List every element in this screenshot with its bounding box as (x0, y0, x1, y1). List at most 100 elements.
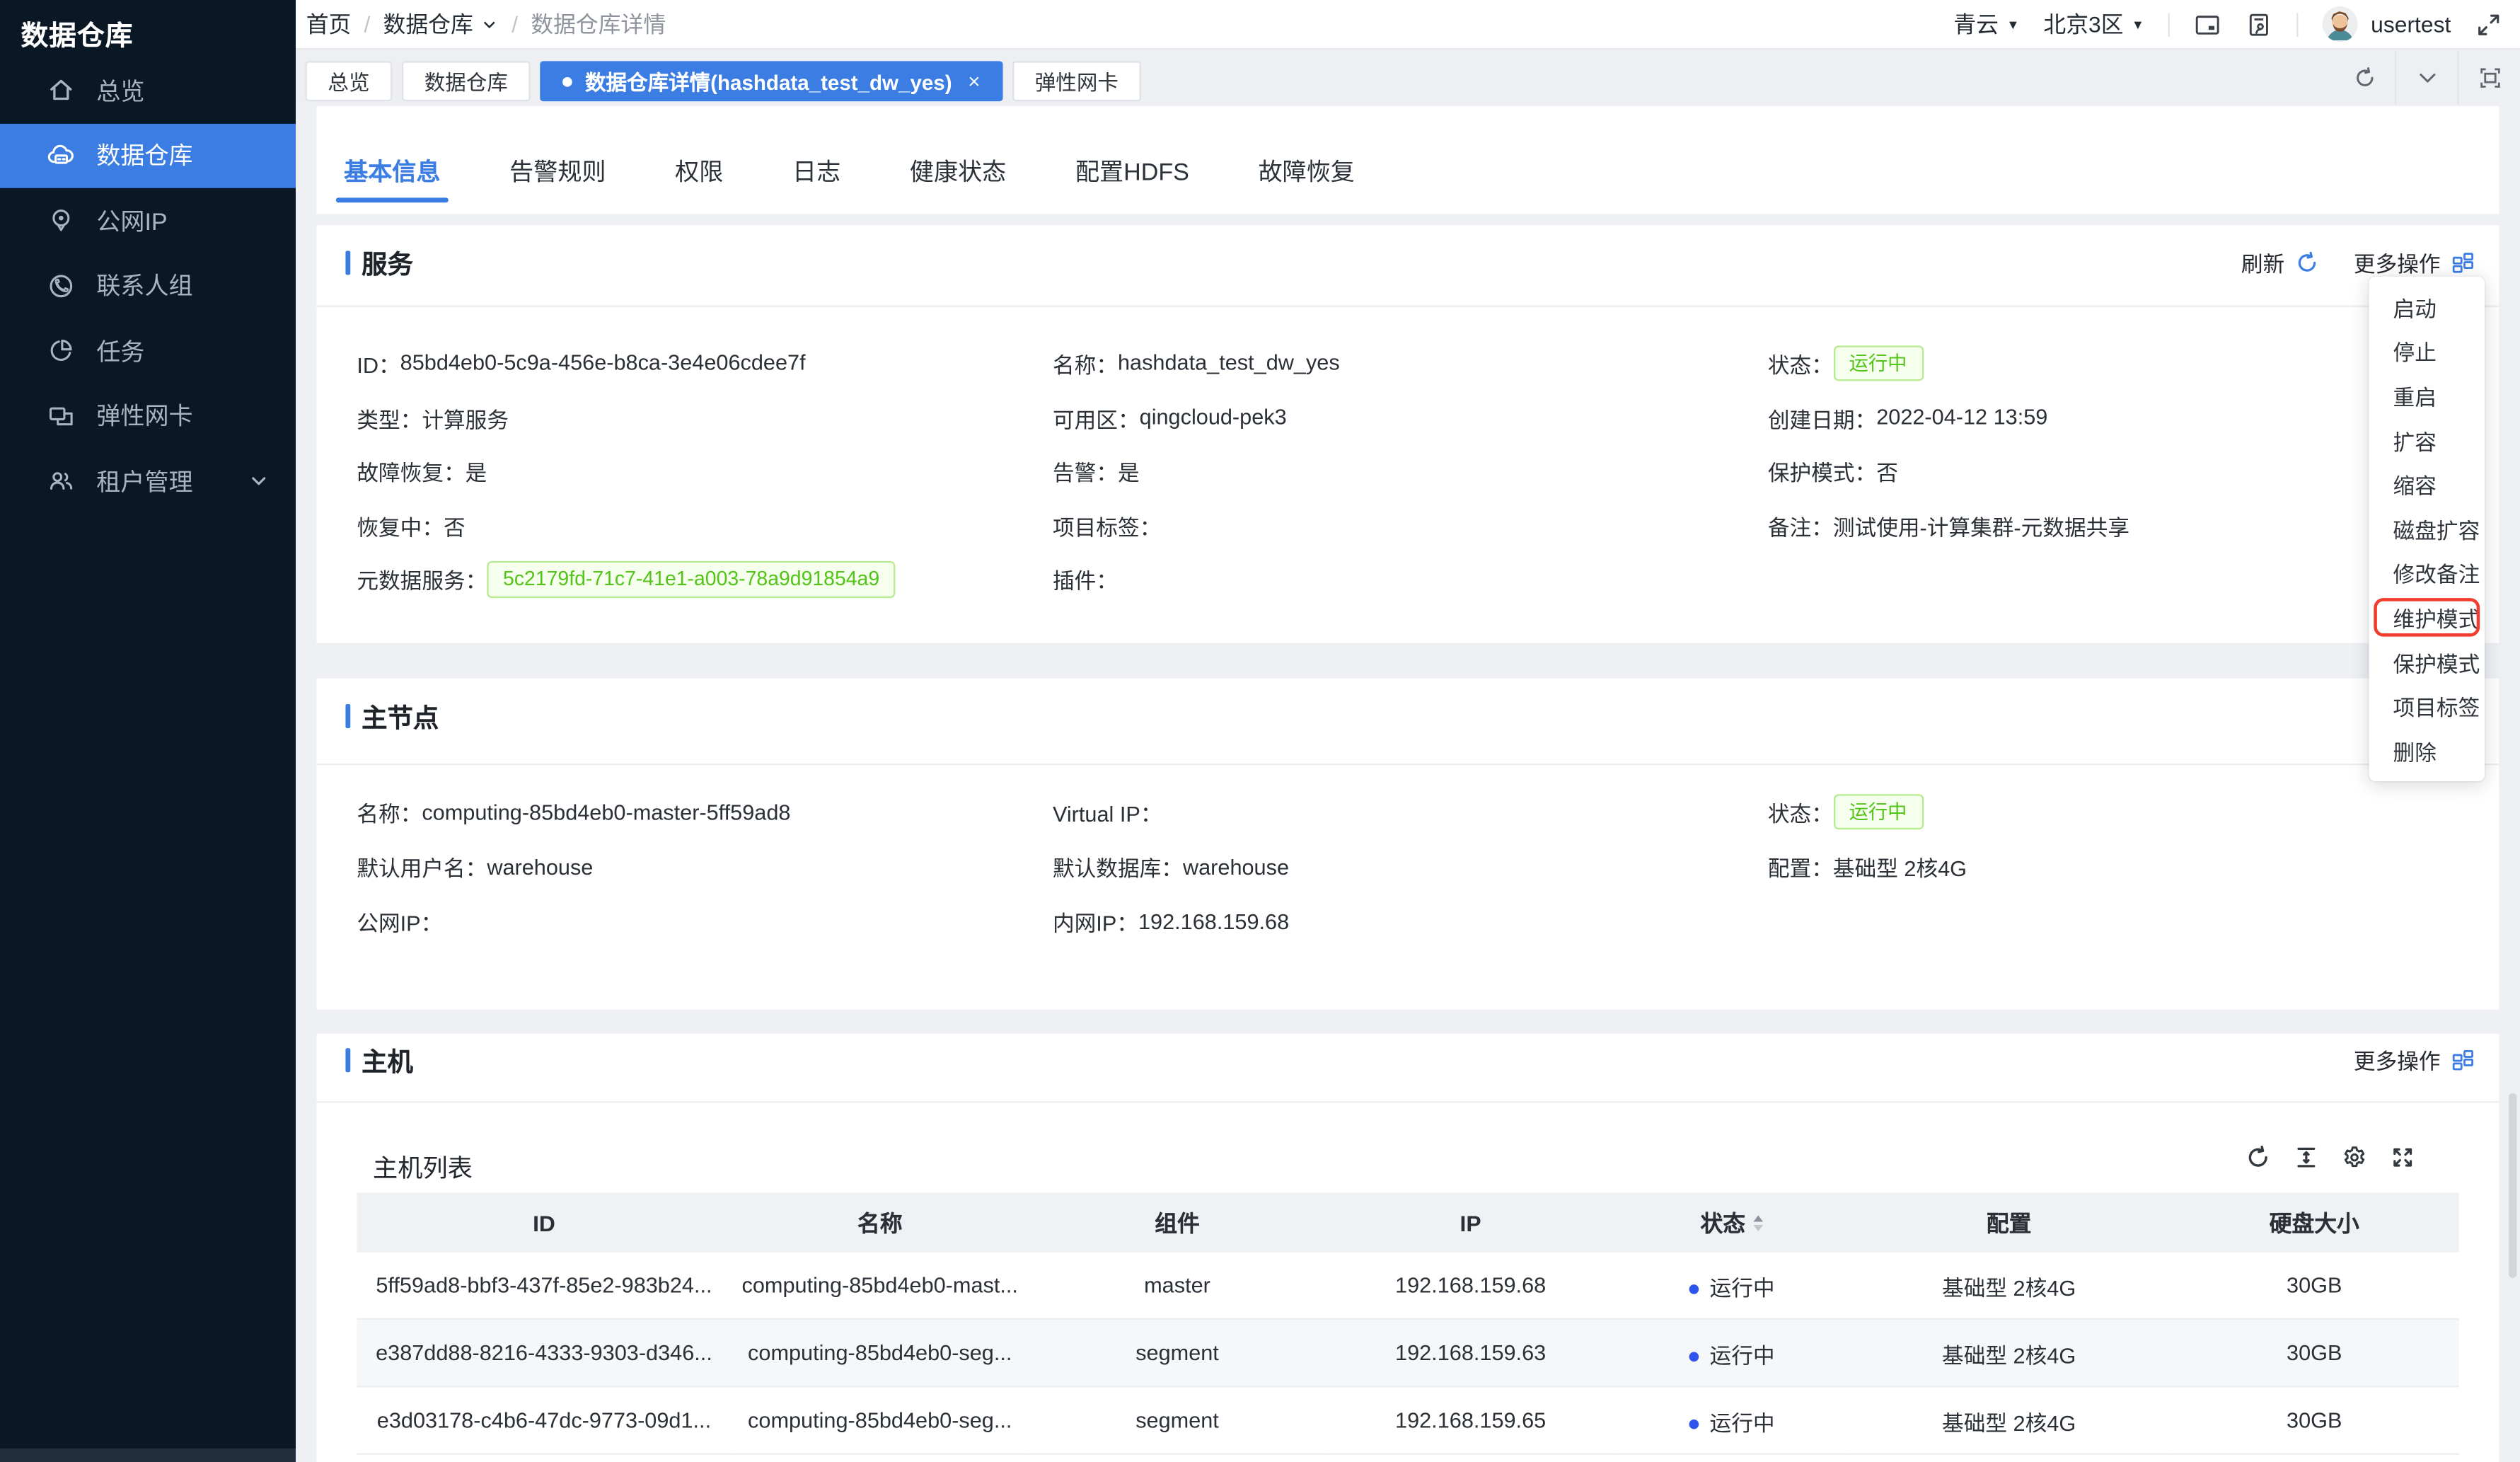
hosts-actions: 更多操作 (2354, 1043, 2498, 1075)
field-value: warehouse (1183, 854, 1289, 878)
sidebar-item-public-ip[interactable]: 公网IP (0, 188, 295, 253)
host-row[interactable]: 5ff59ad8-bbf3-437f-85e2-983b24... comput… (357, 1253, 2458, 1319)
sort-asc-icon (1753, 1214, 1763, 1221)
expand-arrows-icon[interactable] (2389, 1144, 2415, 1170)
tab-basic-info[interactable]: 基本信息 (344, 154, 440, 212)
close-icon[interactable]: × (968, 69, 980, 93)
tab-hdfs-config[interactable]: 配置HDFS (1075, 154, 1189, 212)
field-row: Virtual IP： (1053, 785, 1289, 839)
billing-icon[interactable] (2194, 11, 2221, 38)
field-label: ID： (357, 347, 400, 379)
menu-item-delete[interactable]: 删除 (2369, 728, 2485, 773)
sidebar-title: 数据仓库 (0, 0, 295, 53)
divider (2297, 12, 2299, 36)
sidebar-item-nic[interactable]: 弹性网卡 (0, 384, 295, 449)
sidebar-item-label: 公网IP (96, 204, 167, 238)
gear-icon[interactable] (2341, 1144, 2366, 1170)
field-row: 类型：计算服务 (357, 391, 896, 444)
col-header-disk: 硬盘大小 (2170, 1193, 2459, 1253)
col-header-status[interactable]: 状态 (1615, 1193, 1848, 1253)
field-value: qingcloud-pek3 (1140, 405, 1287, 430)
tab-logs[interactable]: 日志 (792, 154, 840, 212)
host-row[interactable]: e3d03178-c4b6-47dc-9773-09d1... computin… (357, 1386, 2458, 1454)
tab-warehouse-detail[interactable]: 数据仓库详情(hashdata_test_dw_yes) × (540, 61, 1002, 101)
field-label: 名称： (1053, 347, 1118, 379)
tab-alert-rules[interactable]: 告警规则 (509, 154, 606, 212)
refresh-button[interactable]: 刷新 (2241, 246, 2318, 278)
field-label: 保护模式： (1768, 455, 1876, 487)
menu-item-start[interactable]: 启动 (2369, 284, 2485, 329)
menu-item-project-label[interactable]: 项目标签 (2369, 684, 2485, 728)
metadata-service-tag[interactable]: 5c2179fd-71c7-41e1-a003-78a9d91854a9 (487, 560, 896, 599)
field-label: 元数据服务： (357, 563, 487, 595)
tab-nic[interactable]: 弹性网卡 (1012, 61, 1141, 101)
breadcrumb-separator: / (511, 11, 518, 37)
host-disk: 30GB (2170, 1319, 2459, 1386)
breadcrumb-home[interactable]: 首页 (306, 8, 352, 40)
sort-carets[interactable] (1753, 1214, 1763, 1231)
sidebar: 数据仓库 总览 数据仓库 公网IP 联系人组 任务 (0, 0, 295, 1462)
service-actions: 刷新 更多操作 (2241, 246, 2498, 278)
field-label: 故障恢复： (357, 455, 465, 487)
host-disk: 30GB (2170, 1253, 2459, 1319)
sidebar-item-tenant-management[interactable]: 租户管理 (0, 449, 295, 514)
field-label: 状态： (1768, 795, 1833, 827)
refresh-icon (2294, 250, 2318, 274)
chevron-down-icon[interactable] (481, 16, 499, 33)
row-height-icon[interactable] (2293, 1144, 2318, 1170)
region-selector[interactable]: 北京3区▼ (2043, 8, 2144, 40)
more-actions-button[interactable]: 更多操作 (2354, 1043, 2474, 1075)
menu-item-edit-remark[interactable]: 修改备注 (2369, 551, 2485, 595)
tab-failover[interactable]: 故障恢复 (1259, 154, 1355, 212)
field-label: 内网IP： (1053, 905, 1138, 937)
fullscreen-icon[interactable] (2459, 65, 2520, 89)
menu-item-scale-in[interactable]: 缩容 (2369, 462, 2485, 507)
field-row: 默认用户名：warehouse (357, 839, 790, 894)
field-row: 恢复中：否 (357, 498, 896, 552)
scrollbar-thumb[interactable] (2509, 1093, 2516, 1278)
menu-item-protection-mode[interactable]: 保护模式 (2369, 640, 2485, 684)
more-actions-button[interactable]: 更多操作 (2354, 246, 2474, 278)
tab-overview[interactable]: 总览 (306, 61, 393, 101)
field-row: 备注：测试使用-计算集群-元数据共享 (1768, 498, 2129, 552)
sidebar-item-tasks[interactable]: 任务 (0, 318, 295, 384)
tabs-chevron-down-icon[interactable] (2396, 65, 2457, 89)
sidebar-collapse-bar[interactable] (0, 1448, 295, 1462)
username: usertest (2371, 11, 2451, 37)
section-title: 主节点 (362, 696, 439, 735)
sidebar-item-contact-groups[interactable]: 联系人组 (0, 253, 295, 318)
field-row: 保护模式：否 (1768, 444, 2129, 498)
chevron-down-icon (248, 471, 267, 490)
menu-item-scale-out[interactable]: 扩容 (2369, 418, 2485, 462)
sidebar-item-overview[interactable]: 总览 (0, 58, 295, 123)
user-menu[interactable]: usertest (2323, 6, 2451, 42)
tab-health[interactable]: 健康状态 (910, 154, 1006, 212)
nic-icon (47, 401, 76, 430)
breadcrumb-section[interactable]: 数据仓库 (383, 8, 473, 40)
home-icon (47, 76, 76, 105)
master-column-3: 状态：运行中 配置：基础型 2核4G (1768, 785, 1967, 894)
menu-item-maintenance-mode[interactable]: 维护模式 (2369, 595, 2485, 640)
master-header: 主节点 (317, 698, 2499, 733)
ticket-icon[interactable] (2246, 11, 2273, 38)
field-label: 公网IP： (357, 905, 442, 937)
active-dot (562, 76, 572, 86)
console-selector[interactable]: 青云▼ (1953, 8, 2019, 40)
status-badge: 运行中 (1833, 346, 1923, 381)
host-component: segment (1029, 1319, 1326, 1386)
avatar (2323, 6, 2358, 42)
refresh-icon[interactable] (2244, 1144, 2270, 1170)
tab-data-warehouse[interactable]: 数据仓库 (402, 61, 531, 101)
expand-icon[interactable] (2475, 11, 2502, 38)
field-label: 恢复中： (357, 510, 444, 541)
host-row[interactable]: e387dd88-8216-4333-9303-d346... computin… (357, 1319, 2458, 1386)
menu-item-restart[interactable]: 重启 (2369, 373, 2485, 418)
menu-item-disk-expand[interactable]: 磁盘扩容 (2369, 507, 2485, 551)
menu-item-stop[interactable]: 停止 (2369, 329, 2485, 374)
sidebar-item-data-warehouse[interactable]: 数据仓库 (0, 123, 295, 188)
refresh-tab-icon[interactable] (2334, 65, 2395, 89)
field-row: 状态：运行中 (1768, 336, 2129, 390)
field-value: 测试使用-计算集群-元数据共享 (1833, 510, 2129, 541)
tab-permissions[interactable]: 权限 (675, 154, 723, 212)
field-value: 是 (1118, 455, 1140, 487)
